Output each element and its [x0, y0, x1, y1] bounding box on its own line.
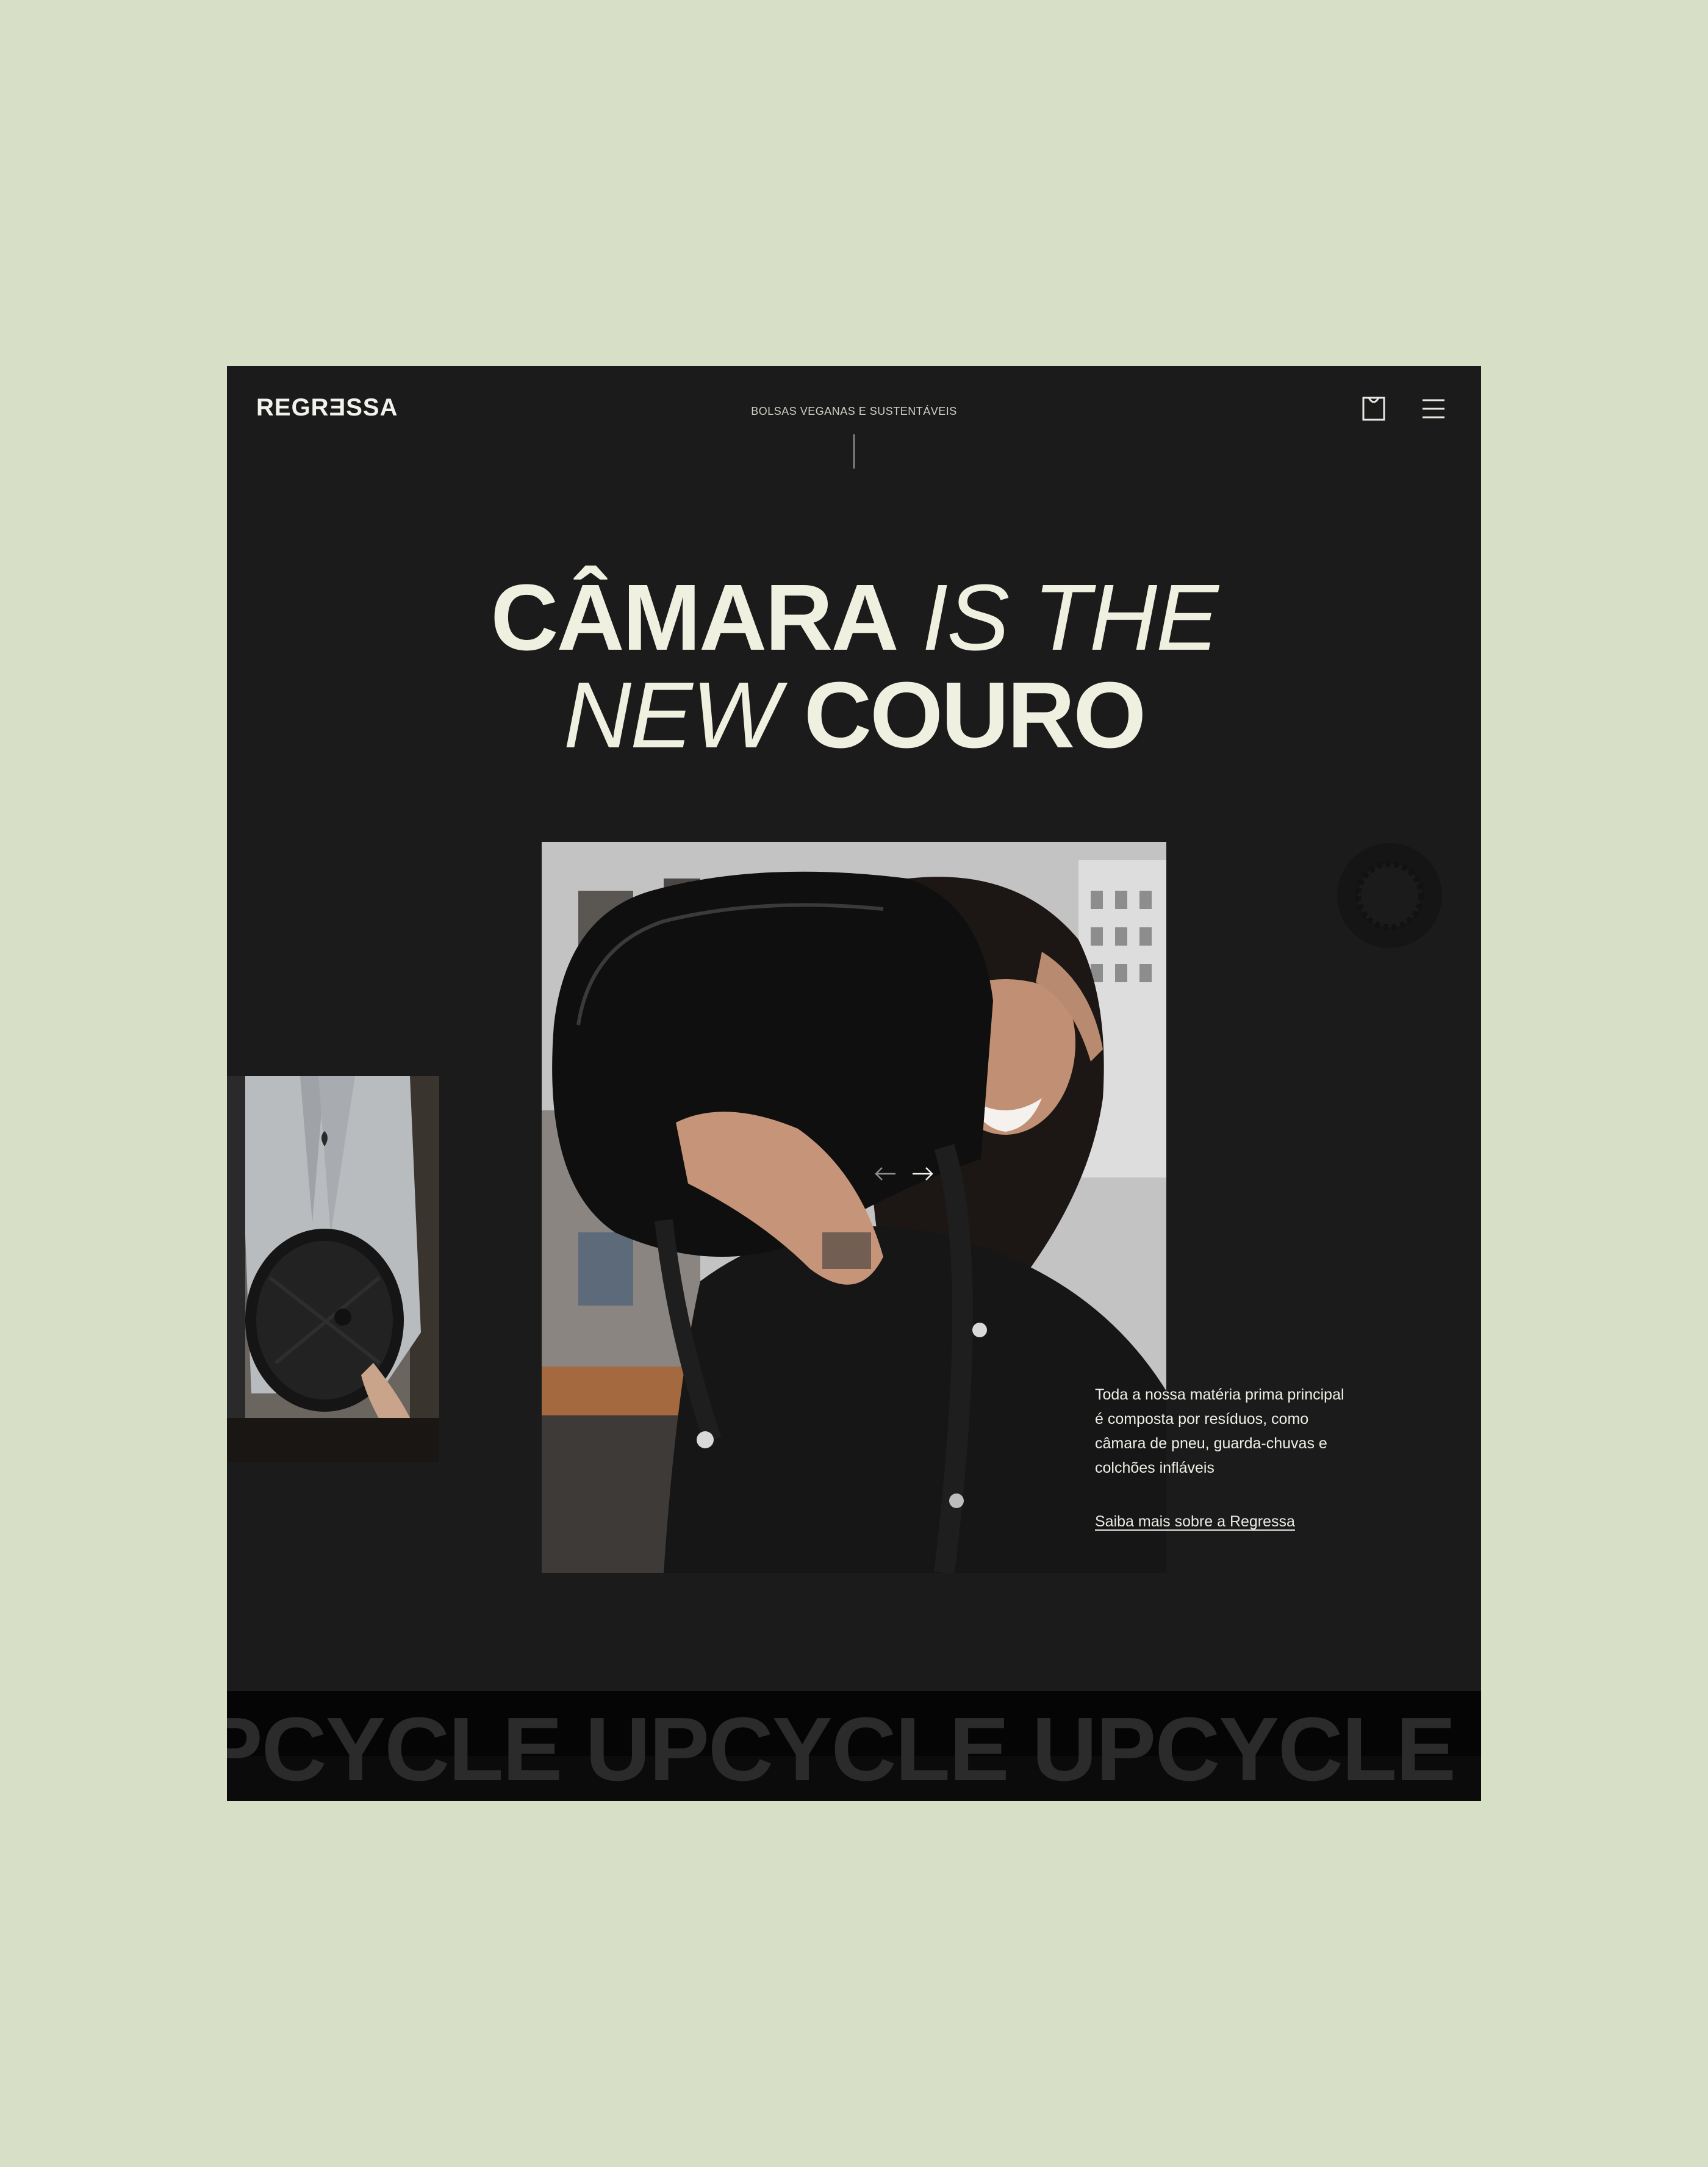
- learn-more-link[interactable]: Saiba mais sobre a Regressa: [1095, 1513, 1295, 1531]
- headline-word-camara: CÂMARA: [490, 565, 899, 670]
- side-product-photo[interactable]: [227, 1076, 439, 1462]
- shopping-bag-icon[interactable]: [1360, 395, 1387, 422]
- arrow-right-icon[interactable]: [910, 1163, 935, 1185]
- rotating-seal-badge: [1336, 842, 1443, 949]
- hamburger-menu-icon[interactable]: [1420, 397, 1447, 421]
- material-description: Toda a nossa matéria prima principal é c…: [1095, 1386, 1344, 1476]
- headline-word-couro: COURO: [803, 663, 1146, 767]
- headline-words-is-the: IS THE: [897, 565, 1218, 670]
- marquee-text: PCYCLE UPCYCLE UPCYCLE UPCYCLE UPCY: [227, 1699, 1481, 1800]
- headline-word-new: NEW: [563, 663, 804, 767]
- carousel-arrows: [874, 1163, 935, 1185]
- main-product-photo[interactable]: [542, 842, 1166, 1573]
- arrow-left-icon[interactable]: [874, 1163, 898, 1185]
- scroll-indicator-line: [853, 434, 855, 469]
- headline-line-1: CÂMARA IS THE: [227, 569, 1481, 666]
- landing-page-frame: REGRƎSSA BOLSAS VEGANAS E SUSTENTÁVEIS C…: [227, 366, 1481, 1801]
- hero-headline: CÂMARA IS THE NEW COURO: [227, 569, 1481, 764]
- headline-line-2: NEW COURO: [227, 666, 1481, 764]
- upcycle-marquee: PCYCLE UPCYCLE UPCYCLE UPCYCLE UPCY: [227, 1691, 1481, 1801]
- header-tagline: BOLSAS VEGANAS E SUSTENTÁVEIS: [751, 405, 957, 417]
